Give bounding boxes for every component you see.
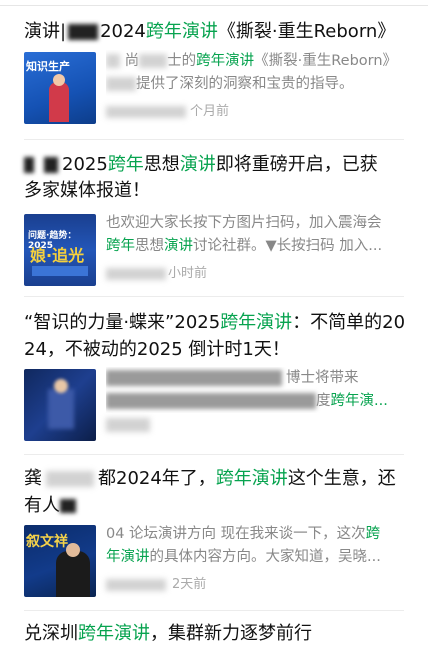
result-snippet: 博士将带来 度跨年演... bbox=[106, 367, 406, 413]
thumbnail-image: 知识生产 bbox=[24, 52, 96, 124]
speaker-figure bbox=[49, 82, 69, 122]
thumbnail-image: 问题·趋势：2025 娘·追光 bbox=[24, 214, 96, 286]
result-item[interactable]: 兑深圳跨年演讲，集群新力逐梦前行 bbox=[0, 611, 428, 652]
result-item[interactable]: 2025跨年思想演讲即将重磅开启，已获 多家媒体报道！ 问题·趋势：2025 娘… bbox=[0, 140, 428, 290]
blurred-face bbox=[48, 389, 74, 429]
result-title[interactable]: “智识的力量·蝶来”2025跨年演讲：不简单的20 bbox=[24, 308, 408, 338]
speaker-figure bbox=[56, 551, 90, 597]
result-date: 小时前 bbox=[106, 262, 207, 281]
result-snippet: 尚士的跨年演讲《撕裂·重生Reborn》 提供了深刻的洞察和宝贵的指导。 bbox=[106, 50, 406, 96]
result-item[interactable]: 演讲| 2024跨年演讲《撕裂·重生Reborn》 知识生产 尚士的跨年演讲《撕裂… bbox=[0, 0, 428, 135]
thumbnail-headline: 娘·追光 bbox=[30, 246, 85, 265]
thumbnail-banner bbox=[32, 266, 88, 276]
result-preview[interactable]: 问题·趋势：2025 娘·追光 也欢迎大家长按下方图片扫码，加入震海会 跨年思想… bbox=[24, 214, 408, 286]
thumbnail-image: 叙文祥 bbox=[24, 525, 96, 597]
result-item[interactable]: 龚都2024年了，跨年演讲这个生意，还 有人 叙文祥 04 论坛演讲方向 现在我… bbox=[0, 455, 428, 605]
speaker-head bbox=[66, 543, 80, 557]
result-date bbox=[106, 417, 150, 432]
result-date: 2天前 bbox=[106, 573, 206, 592]
result-date: 个月前 bbox=[106, 100, 229, 119]
result-item[interactable]: “智识的力量·蝶来”2025跨年演讲：不简单的20 24，不被动的2025 倒计… bbox=[0, 297, 428, 452]
result-preview[interactable]: 知识生产 尚士的跨年演讲《撕裂·重生Reborn》 提供了深刻的洞察和宝贵的指导… bbox=[24, 52, 408, 124]
redacted-text bbox=[68, 24, 99, 40]
result-title[interactable]: 龚都2024年了，跨年演讲这个生意，还 bbox=[24, 464, 408, 494]
result-preview[interactable]: 博士将带来 度跨年演... bbox=[24, 369, 408, 441]
result-preview[interactable]: 叙文祥 04 论坛演讲方向 现在我来谈一下，这次跨 年演讲的具体内容方向。大家知… bbox=[24, 525, 408, 597]
result-title-line2[interactable]: 有人 bbox=[24, 491, 408, 521]
result-snippet: 也欢迎大家长按下方图片扫码，加入震海会 跨年思想演讲讨论社群。▼长按扫码 加入.… bbox=[106, 215, 383, 254]
result-title-line2[interactable]: 多家媒体报道！ bbox=[24, 176, 408, 206]
result-snippet: 04 论坛演讲方向 现在我来谈一下，这次跨 年演讲的具体内容方向。大家知道，吴晓… bbox=[106, 526, 381, 565]
speaker-head bbox=[53, 74, 65, 86]
result-title-line2[interactable]: 24，不被动的2025 倒计时1天！ bbox=[24, 335, 408, 365]
result-title[interactable]: 兑深圳跨年演讲，集群新力逐梦前行 bbox=[24, 619, 408, 649]
result-title[interactable]: 演讲| 2024跨年演讲《撕裂·重生Reborn》 bbox=[24, 17, 408, 47]
thumbnail-image bbox=[24, 369, 96, 441]
